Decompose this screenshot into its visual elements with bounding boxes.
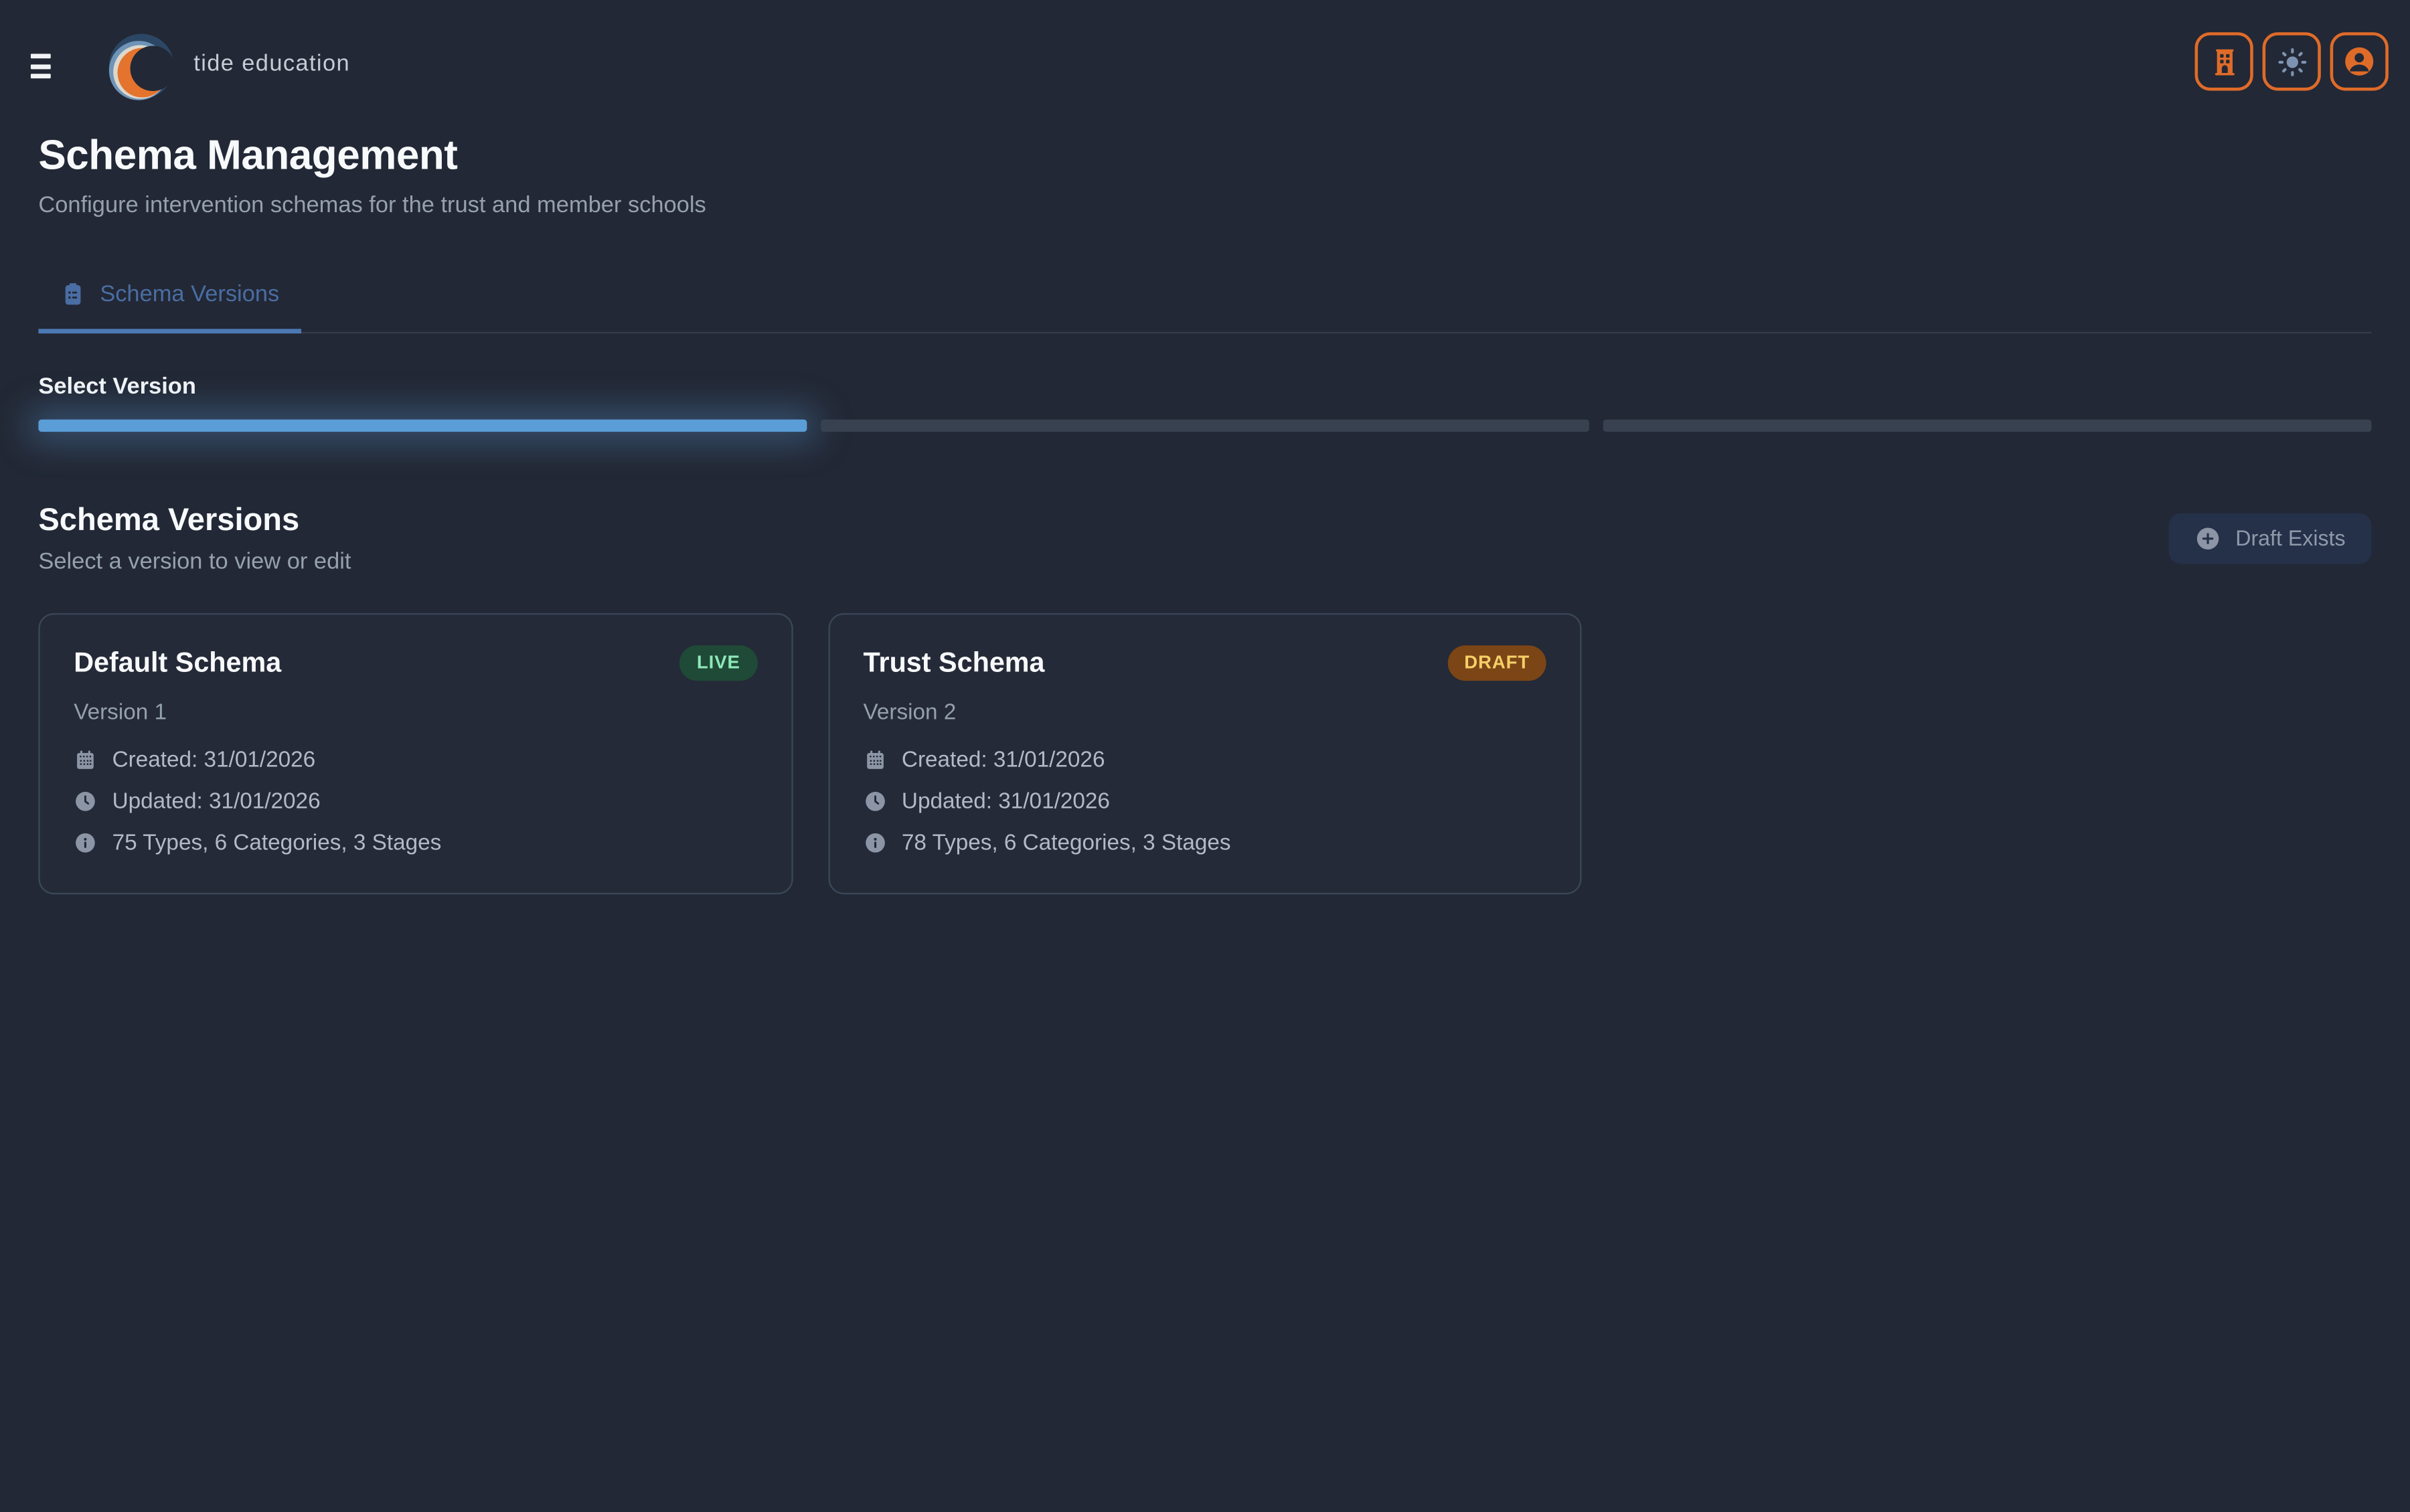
schema-version-cards: Default Schema LIVE Version 1 — [38, 612, 2371, 894]
building-icon — [2208, 46, 2240, 78]
calendar-icon — [864, 748, 886, 771]
app-viewport: tide education — [0, 0, 2410, 1512]
brand-name: tide education — [193, 50, 350, 76]
theme-toggle-button[interactable] — [2263, 32, 2321, 90]
wizard-step-2[interactable] — [821, 419, 1589, 431]
top-bar: tide education — [0, 0, 2410, 123]
sun-icon — [2275, 46, 2308, 78]
section-subtitle: Select a version to view or edit — [38, 548, 351, 574]
wizard-progress — [38, 419, 2371, 431]
status-badge: DRAFT — [1447, 645, 1546, 680]
tab-schema-versions[interactable]: Schema Versions — [38, 263, 301, 334]
card-title: Default Schema — [74, 646, 281, 678]
created-text: Created: 31/01/2026 — [112, 748, 316, 772]
clock-icon — [864, 790, 886, 813]
status-badge: LIVE — [680, 645, 757, 680]
info-icon — [864, 831, 886, 854]
page-subtitle: Configure intervention schemas for the t… — [38, 192, 2371, 218]
main-content: Schema Management Configure intervention… — [0, 132, 2410, 894]
schema-card-default[interactable]: Default Schema LIVE Version 1 — [38, 612, 793, 894]
created-text: Created: 31/01/2026 — [902, 748, 1105, 772]
stats-text: 78 Types, 6 Categories, 3 Stages — [902, 831, 1231, 855]
brand-logo: tide education — [108, 15, 350, 108]
created-row: Created: 31/01/2026 — [864, 748, 1547, 772]
updated-row: Updated: 31/01/2026 — [864, 789, 1547, 814]
section-header: Schema Versions Select a version to view… — [38, 502, 2371, 574]
stats-text: 75 Types, 6 Categories, 3 Stages — [112, 831, 442, 855]
clipboard-icon — [60, 281, 86, 307]
updated-text: Updated: 31/01/2026 — [902, 789, 1110, 814]
stats-row: 75 Types, 6 Categories, 3 Stages — [74, 831, 757, 855]
wizard-step-1[interactable] — [38, 419, 807, 431]
header-actions — [2195, 32, 2389, 90]
tide-logo-icon — [108, 31, 179, 108]
card-version: Version 2 — [864, 700, 1547, 725]
draft-exists-label: Draft Exists — [2235, 525, 2345, 550]
created-row: Created: 31/01/2026 — [74, 748, 757, 772]
section-title: Schema Versions — [38, 502, 351, 539]
info-icon — [74, 831, 96, 854]
wizard-label: Select Version — [38, 373, 2371, 399]
clock-icon — [74, 790, 96, 813]
wizard-step-3[interactable] — [1603, 419, 2372, 431]
updated-text: Updated: 31/01/2026 — [112, 789, 321, 814]
empty-grid-cell — [1617, 612, 2372, 894]
user-icon — [2342, 45, 2377, 79]
tab-label: Schema Versions — [100, 281, 279, 307]
updated-row: Updated: 31/01/2026 — [74, 789, 757, 814]
calendar-icon — [74, 748, 96, 771]
page-title: Schema Management — [38, 132, 2371, 179]
tab-bar: Schema Versions — [38, 263, 2371, 333]
card-version: Version 1 — [74, 700, 757, 725]
menu-icon[interactable] — [31, 48, 68, 84]
school-button[interactable] — [2195, 32, 2253, 90]
schema-card-trust[interactable]: Trust Schema DRAFT Version 2 — [828, 612, 1583, 894]
account-button[interactable] — [2330, 32, 2389, 90]
card-title: Trust Schema — [864, 646, 1045, 678]
plus-circle-icon — [2196, 525, 2222, 551]
draft-exists-button[interactable]: Draft Exists — [2170, 513, 2372, 564]
stats-row: 78 Types, 6 Categories, 3 Stages — [864, 831, 1547, 855]
